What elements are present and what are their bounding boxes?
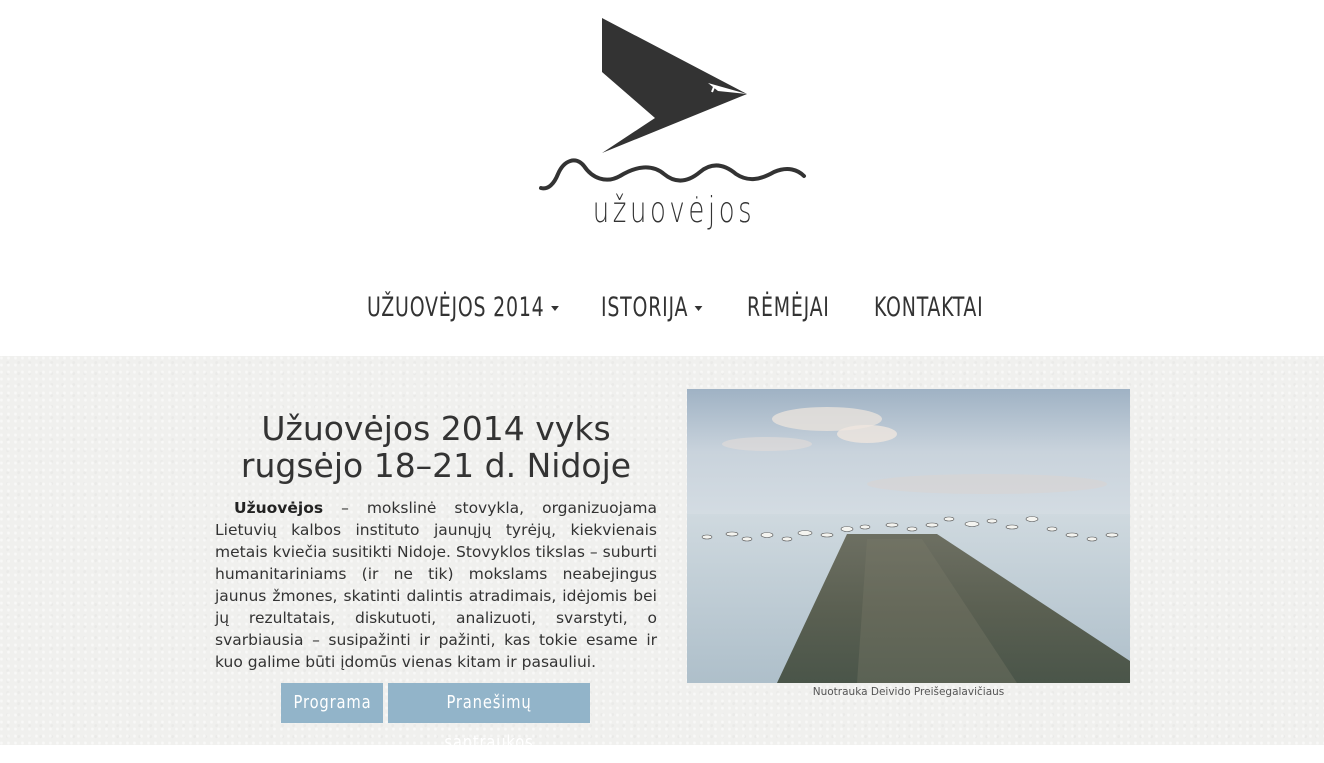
abstracts-button-label: Pranešimų santraukos — [444, 692, 534, 753]
photo-caption: Nuotrauka Deivido Preišegalavičiaus — [812, 686, 1005, 698]
intro-bold-term: Užuovėjos — [234, 499, 324, 517]
page-headline: Užuovėjos 2014 vyks rugsėjo 18–21 d. Nid… — [215, 410, 657, 484]
nav-item-istorija[interactable]: ISTORIJA — [601, 288, 703, 332]
abstracts-button[interactable]: Pranešimų santraukos — [388, 683, 590, 753]
nav-item-remejai[interactable]: RĖMĖJAI — [747, 288, 830, 332]
site-header: užuovėjos UŽUOVĖJOS 2014 ISTORIJA RĖMĖJA… — [0, 0, 1324, 356]
nav-label: UŽUOVĖJOS 2014 — [367, 292, 545, 323]
headline-line-2: rugsėjo 18–21 d. Nidoje — [240, 446, 632, 485]
nav-item-uzuovejos-2014[interactable]: UŽUOVĖJOS 2014 — [367, 288, 559, 332]
nav-item-kontaktai[interactable]: KONTAKTAI — [874, 288, 984, 332]
caret-down-icon — [550, 306, 559, 311]
nav-label: RĖMĖJAI — [747, 292, 830, 323]
caret-down-icon — [694, 306, 703, 311]
program-button[interactable]: Programa — [281, 683, 383, 723]
intro-text: – mokslinė stovykla, organizuojama Lietu… — [215, 499, 657, 671]
site-logo[interactable]: užuovėjos — [536, 14, 812, 244]
intro-paragraph: Užuovėjos – mokslinė stovykla, organizuo… — [215, 497, 657, 673]
bird-logo-icon — [539, 18, 806, 191]
main-nav: UŽUOVĖJOS 2014 ISTORIJA RĖMĖJAI KONTAKTA… — [0, 288, 1324, 332]
pier-seagulls-photo — [687, 389, 1130, 683]
program-button-label: Programa — [293, 692, 371, 713]
headline-line-1: Užuovėjos 2014 vyks — [261, 409, 611, 448]
logo-wordmark: užuovėjos — [592, 190, 756, 231]
nav-label: ISTORIJA — [601, 292, 689, 323]
nav-label: KONTAKTAI — [874, 292, 984, 323]
main-content: Užuovėjos 2014 vyks rugsėjo 18–21 d. Nid… — [0, 356, 1324, 753]
